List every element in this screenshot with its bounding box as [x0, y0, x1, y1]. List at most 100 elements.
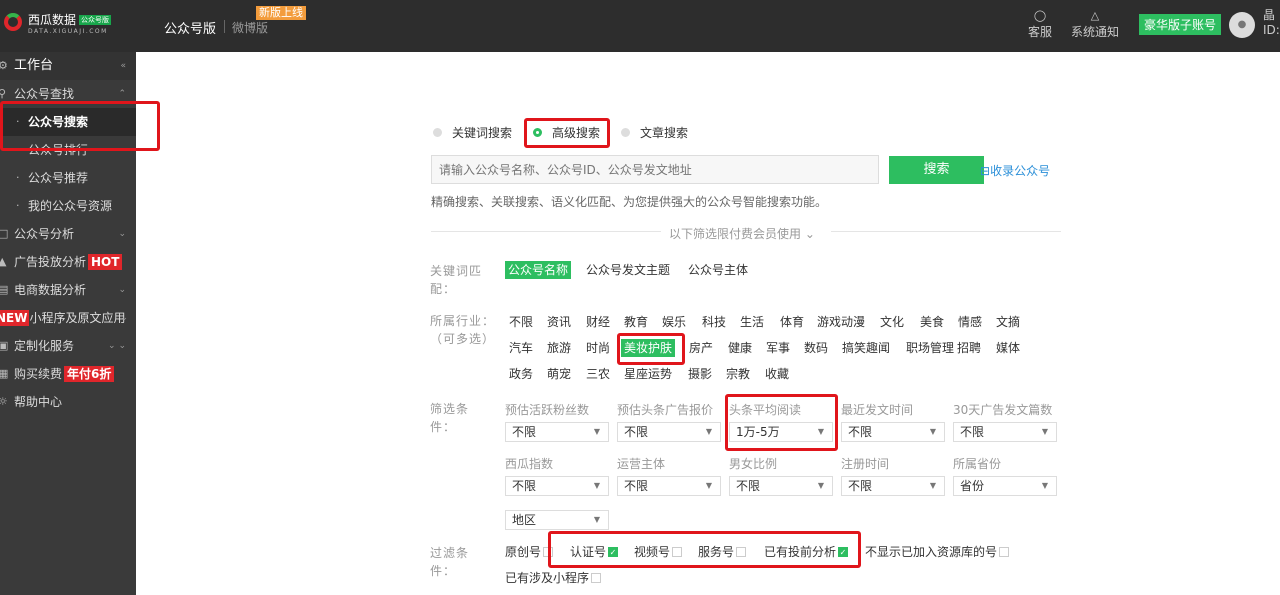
- notification-button[interactable]: △ 系统通知: [1071, 9, 1119, 40]
- exclude-checkbox-item[interactable]: 已有投前分析 ✓: [764, 543, 849, 560]
- industry-option[interactable]: 政务: [509, 365, 533, 383]
- radio-advanced-search[interactable]: 高级搜索: [533, 124, 600, 141]
- bullet-icon: ·: [16, 115, 20, 128]
- sidebar-item-ad-analysis[interactable]: ▲ 广告投放分析 HOT: [0, 248, 136, 276]
- sidebar-item-account-search[interactable]: · 公众号搜索: [0, 108, 136, 136]
- radio-selected-icon: [533, 128, 542, 137]
- brand-logo[interactable]: 西瓜数据 公众号版 DATA.XIGUAJI.COM: [4, 10, 134, 42]
- sidebar-item-help[interactable]: ☼ 帮助中心: [0, 388, 136, 416]
- exclude-checkbox-item[interactable]: 服务号: [698, 543, 747, 560]
- industry-option[interactable]: 数码: [804, 339, 828, 357]
- analysis-icon: □: [0, 227, 9, 240]
- vip-account-button[interactable]: 豪华版子账号: [1139, 14, 1222, 35]
- checkbox-icon[interactable]: [999, 546, 1010, 557]
- radio-keyword-search[interactable]: 关键词搜索: [433, 124, 512, 141]
- keyword-option-article-topic[interactable]: 公众号发文主题: [586, 261, 670, 279]
- collapse-icon[interactable]: «: [120, 52, 126, 80]
- filter-select[interactable]: 不限 ▼: [505, 476, 609, 496]
- industry-option[interactable]: 汽车: [509, 339, 533, 357]
- sidebar-item-account-analysis[interactable]: □ 公众号分析 ⌄: [0, 220, 136, 248]
- avatar[interactable]: ●: [1229, 12, 1255, 38]
- sidebar-workbench[interactable]: ⚙ 工作台 «: [0, 52, 136, 80]
- industry-option[interactable]: 星座运势: [624, 365, 672, 383]
- keyword-option-account-name[interactable]: 公众号名称: [505, 261, 572, 279]
- sidebar-item-purchase[interactable]: ▦ 购买续费 年付6折: [0, 360, 136, 388]
- exclude-checkbox-item[interactable]: 视频号: [634, 543, 683, 560]
- sidebar-item-my-resources[interactable]: · 我的公众号资源: [0, 192, 136, 220]
- industry-option[interactable]: 不限: [509, 313, 533, 331]
- filter-select[interactable]: 不限 ▼: [841, 422, 945, 442]
- sidebar-item-account-find[interactable]: ⚲ 公众号查找 ⌃: [0, 80, 136, 108]
- keyword-option-account-entity[interactable]: 公众号主体: [688, 261, 748, 279]
- checkbox-checked-icon[interactable]: ✓: [608, 546, 619, 557]
- sidebar-item-label: 小程序及原文应用: [29, 311, 126, 325]
- sidebar-item-miniprogram[interactable]: NEW 小程序及原文应用 ⌄: [0, 304, 136, 332]
- checkbox-icon[interactable]: [736, 546, 747, 557]
- industry-option[interactable]: 三农: [586, 365, 610, 383]
- filter-select[interactable]: 不限 ▼: [841, 476, 945, 496]
- industry-option[interactable]: 招聘: [957, 339, 981, 357]
- industry-option[interactable]: 健康: [728, 339, 752, 357]
- industry-option[interactable]: 美食: [920, 313, 944, 331]
- industry-option[interactable]: 科技: [702, 313, 726, 331]
- industry-option[interactable]: 萌宠: [547, 365, 571, 383]
- filter-select[interactable]: 地区 ▼: [505, 510, 609, 530]
- industry-option[interactable]: 教育: [624, 313, 648, 331]
- industry-option[interactable]: 文化: [880, 313, 904, 331]
- industry-option[interactable]: 美妆护肤: [621, 339, 676, 357]
- industry-option[interactable]: 宗教: [726, 365, 750, 383]
- industry-option[interactable]: 娱乐: [662, 313, 686, 331]
- industry-option[interactable]: 搞笑趣闻: [842, 339, 890, 357]
- industry-option[interactable]: 旅游: [547, 339, 571, 357]
- exclude-checkbox-item[interactable]: 认证号 ✓: [570, 543, 619, 560]
- checkbox-icon[interactable]: [672, 546, 683, 557]
- industry-option[interactable]: 收藏: [765, 365, 789, 383]
- industry-option[interactable]: 时尚: [586, 339, 610, 357]
- exclude-checkbox-item[interactable]: 不显示已加入资源库的号: [865, 543, 1010, 560]
- bullet-icon: ·: [16, 199, 20, 212]
- filter-select[interactable]: 1万-5万 ▼: [729, 422, 833, 442]
- search-input[interactable]: [431, 155, 879, 184]
- industry-option[interactable]: 文摘: [996, 313, 1020, 331]
- industry-option[interactable]: 军事: [766, 339, 790, 357]
- nav-wechat-edition[interactable]: 公众号版: [164, 18, 216, 37]
- industry-option[interactable]: 游戏动漫: [817, 313, 865, 331]
- nav-weibo-edition[interactable]: 微博版: [232, 19, 268, 36]
- filter-select[interactable]: 不限 ▼: [617, 422, 721, 442]
- exclude-checkbox-item[interactable]: 原创号: [505, 543, 554, 560]
- sidebar-item-account-ranking[interactable]: · 公众号排行: [0, 136, 136, 164]
- sidebar-item-account-recommend[interactable]: · 公众号推荐: [0, 164, 136, 192]
- industry-option[interactable]: 生活: [740, 313, 764, 331]
- dropdown-arrow-icon: ▼: [1041, 481, 1048, 490]
- checkbox-icon[interactable]: [591, 572, 602, 583]
- customer-service-button[interactable]: ◯ 客服: [1028, 9, 1052, 40]
- checkbox-icon[interactable]: [543, 546, 554, 557]
- exclude-checkbox-item[interactable]: 已有涉及小程序: [505, 569, 602, 586]
- sidebar-item-ecommerce[interactable]: ▤ 电商数据分析 ⌄: [0, 276, 136, 304]
- user-info[interactable]: 晶 ID:: [1263, 8, 1280, 38]
- sidebar-item-custom-service[interactable]: ▣ 定制化服务 ⌄ ⌄: [0, 332, 136, 360]
- filter-select[interactable]: 不限 ▼: [953, 422, 1057, 442]
- filter-select-value: 不限: [624, 425, 649, 439]
- radio-article-search[interactable]: 文章搜索: [621, 124, 688, 141]
- search-button[interactable]: 搜索: [889, 156, 984, 184]
- industry-option[interactable]: 情感: [958, 313, 982, 331]
- hot-badge: HOT: [88, 254, 123, 270]
- filter-select[interactable]: 省份 ▼: [953, 476, 1057, 496]
- industry-option[interactable]: 职场管理: [906, 339, 954, 357]
- checkbox-checked-icon[interactable]: ✓: [838, 546, 849, 557]
- checkbox-label: 原创号: [505, 545, 542, 559]
- filter-select[interactable]: 不限 ▼: [729, 476, 833, 496]
- dropdown-arrow-icon: ▼: [817, 481, 824, 490]
- industry-option[interactable]: 摄影: [688, 365, 712, 383]
- industry-option[interactable]: 资讯: [547, 313, 571, 331]
- industry-option[interactable]: 房产: [689, 339, 713, 357]
- industry-option[interactable]: 媒体: [996, 339, 1020, 357]
- industry-option[interactable]: 体育: [780, 313, 804, 331]
- filter-select[interactable]: 不限 ▼: [617, 476, 721, 496]
- filter-select[interactable]: 不限 ▼: [505, 422, 609, 442]
- industry-option[interactable]: 财经: [586, 313, 610, 331]
- industry-label: 所属行业：（可多选）: [430, 314, 496, 346]
- filter-field-label: 运营主体: [617, 457, 666, 471]
- collect-account-link[interactable]: ⊟收录公众号: [980, 162, 1050, 179]
